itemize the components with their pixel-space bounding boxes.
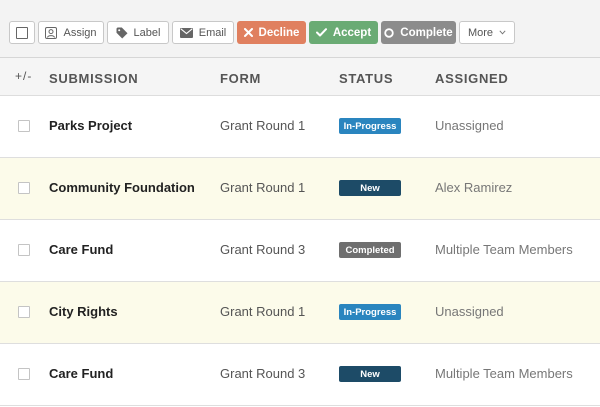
form-name: Grant Round 3 xyxy=(220,242,306,257)
assigned-to: Alex Ramirez xyxy=(435,180,513,195)
row-checkbox[interactable] xyxy=(18,182,30,194)
row-checkbox[interactable] xyxy=(18,368,30,380)
form-name: Grant Round 3 xyxy=(220,366,306,381)
column-header-submission[interactable]: SUBMISSION xyxy=(49,71,138,86)
status-badge: Completed xyxy=(339,242,401,258)
table-row[interactable]: Parks Project Grant Round 1 In-Progress … xyxy=(0,96,600,158)
accept-button[interactable]: Accept xyxy=(309,21,378,44)
label-button-label: Label xyxy=(133,26,161,39)
tag-icon xyxy=(116,27,128,38)
x-icon xyxy=(243,28,253,37)
submission-name[interactable]: City Rights xyxy=(49,304,118,319)
row-checkbox[interactable] xyxy=(18,306,30,318)
status-badge: In-Progress xyxy=(339,304,401,320)
submission-name[interactable]: Care Fund xyxy=(49,366,113,381)
submission-name[interactable]: Community Foundation xyxy=(49,180,195,195)
table-header: +/- SUBMISSION FORM STATUS ASSIGNED xyxy=(0,58,600,96)
label-button[interactable]: Label xyxy=(107,21,169,44)
column-header-assigned[interactable]: ASSIGNED xyxy=(435,71,509,86)
assigned-to: Unassigned xyxy=(435,304,504,319)
assigned-to: Multiple Team Members xyxy=(435,242,573,257)
bulk-action-toolbar: Assign Label Email Decline Accept Comple… xyxy=(0,0,600,58)
assign-button-label: Assign xyxy=(63,26,97,39)
complete-button[interactable]: Complete xyxy=(381,21,456,44)
complete-button-label: Complete xyxy=(400,26,453,39)
table-row[interactable]: City Rights Grant Round 1 In-Progress Un… xyxy=(0,282,600,344)
assigned-to: Unassigned xyxy=(435,118,504,133)
table-row[interactable]: Care Fund Grant Round 3 New Multiple Tea… xyxy=(0,344,600,406)
envelope-icon xyxy=(179,27,193,38)
row-checkbox[interactable] xyxy=(18,244,30,256)
accept-button-label: Accept xyxy=(332,26,372,39)
submission-name[interactable]: Parks Project xyxy=(49,118,132,133)
status-badge: New xyxy=(339,366,401,382)
assign-button[interactable]: Assign xyxy=(38,21,104,44)
more-dropdown[interactable]: More xyxy=(459,21,515,44)
decline-button-label: Decline xyxy=(258,26,300,39)
circle-icon xyxy=(384,27,394,38)
user-icon xyxy=(45,26,58,39)
email-button[interactable]: Email xyxy=(172,21,234,44)
column-header-form[interactable]: FORM xyxy=(220,71,261,86)
submission-name[interactable]: Care Fund xyxy=(49,242,113,257)
email-button-label: Email xyxy=(198,26,227,39)
row-checkbox[interactable] xyxy=(18,120,30,132)
chevron-down-icon xyxy=(499,30,506,35)
form-name: Grant Round 1 xyxy=(220,180,306,195)
form-name: Grant Round 1 xyxy=(220,118,306,133)
checkbox-icon xyxy=(16,26,28,39)
more-dropdown-label: More xyxy=(467,26,494,39)
status-badge: In-Progress xyxy=(339,118,401,134)
select-all-checkbox[interactable] xyxy=(9,21,35,44)
assigned-to: Multiple Team Members xyxy=(435,366,573,381)
status-badge: New xyxy=(339,180,401,196)
column-header-status[interactable]: STATUS xyxy=(339,71,393,86)
table-row[interactable]: Care Fund Grant Round 3 Completed Multip… xyxy=(0,220,600,282)
checkmark-icon xyxy=(315,28,327,37)
table-row[interactable]: Community Foundation Grant Round 1 New A… xyxy=(0,158,600,220)
decline-button[interactable]: Decline xyxy=(237,21,306,44)
form-name: Grant Round 1 xyxy=(220,304,306,319)
expand-collapse-toggle[interactable]: +/- xyxy=(15,69,32,83)
